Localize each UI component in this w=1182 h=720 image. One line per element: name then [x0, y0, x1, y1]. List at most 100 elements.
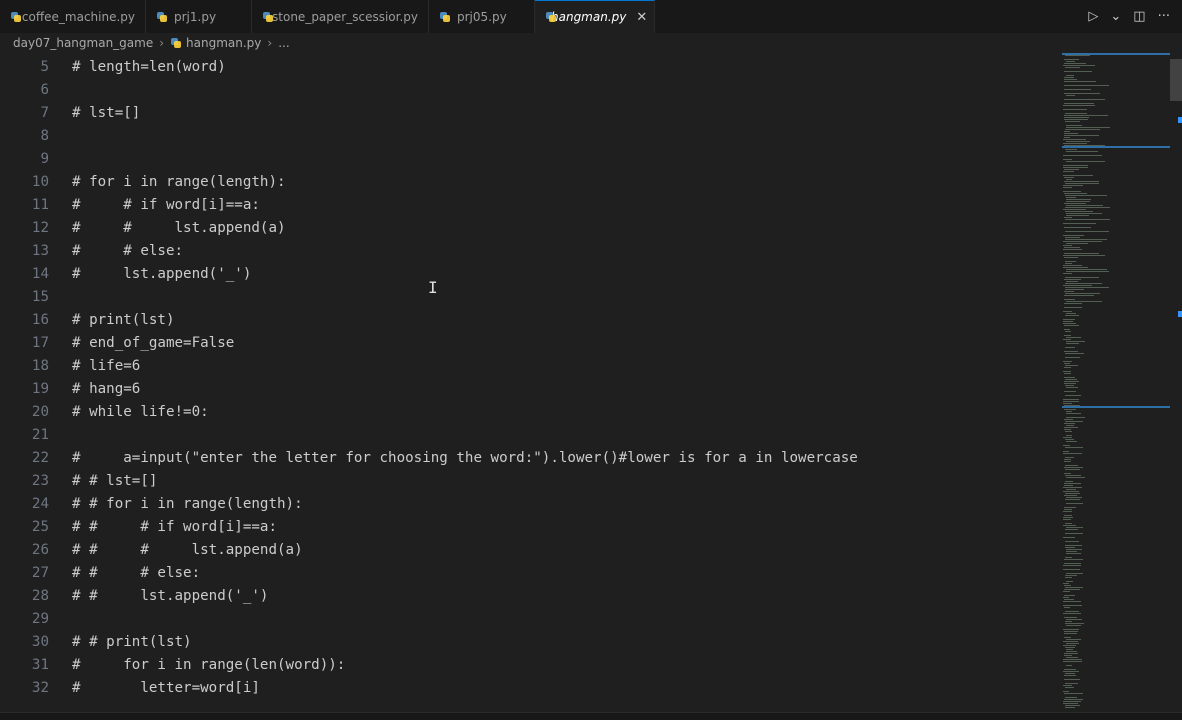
- chevron-down-icon[interactable]: ⌄: [1110, 9, 1121, 24]
- code-line[interactable]: 11 # # if word[i]==a:: [0, 194, 1062, 217]
- minimap-line: [1064, 617, 1077, 618]
- code-text[interactable]: # life=6: [72, 355, 140, 378]
- minimap-line: [1063, 245, 1072, 246]
- minimap-line: [1063, 255, 1105, 256]
- code-line[interactable]: 32 # letter=word[i]: [0, 677, 1062, 700]
- minimap-line: [1065, 379, 1077, 380]
- code-text[interactable]: # letter=word[i]: [72, 677, 260, 700]
- code-text[interactable]: # lst=[]: [72, 102, 140, 125]
- code-line[interactable]: 29: [0, 608, 1062, 631]
- code-line[interactable]: 9: [0, 148, 1062, 171]
- minimap-line: [1064, 59, 1079, 60]
- vertical-scrollbar[interactable]: [1170, 53, 1182, 712]
- minimap-line: [1065, 611, 1079, 612]
- minimap-line: [1063, 401, 1079, 402]
- code-line[interactable]: 25 # # # if word[i]==a:: [0, 516, 1062, 539]
- tab-stone-paper-scessior[interactable]: stone_paper_scessior.py: [252, 0, 429, 33]
- code-line[interactable]: 22 # a=input("enter the letter for choosi…: [0, 447, 1062, 470]
- code-text[interactable]: # # # lst.append(a): [72, 539, 303, 562]
- minimap-line: [1063, 537, 1075, 538]
- run-icon[interactable]: ▷: [1088, 9, 1098, 24]
- code-line[interactable]: 10 # for i in range(length):: [0, 171, 1062, 194]
- breadcrumb-file[interactable]: hangman.py: [186, 36, 261, 50]
- minimap-line: [1066, 125, 1082, 126]
- minimap-line: [1064, 377, 1075, 378]
- code-text[interactable]: # a=input("enter the letter for choosing…: [72, 447, 858, 470]
- code-editor[interactable]: 5 # length=len(word) 6 7 # lst=[] 8 9 10 # for i…: [0, 53, 1062, 712]
- code-line[interactable]: 5 # length=len(word): [0, 56, 1062, 79]
- scrollbar-thumb[interactable]: [1170, 59, 1182, 101]
- python-file-icon: [156, 11, 168, 23]
- minimap-line: [1063, 605, 1082, 606]
- more-actions-icon[interactable]: ···: [1158, 9, 1170, 24]
- breadcrumb: day07_hangman_game › hangman.py › ...: [0, 33, 1182, 53]
- tab-prj05[interactable]: prj05.py: [429, 0, 535, 33]
- code-line[interactable]: 13 # # else:: [0, 240, 1062, 263]
- minimap-line: [1065, 557, 1072, 558]
- tab-prj1[interactable]: prj1.py: [146, 0, 252, 33]
- code-text[interactable]: # # lst=[]: [72, 470, 157, 493]
- minimap-line: [1063, 613, 1081, 614]
- code-line[interactable]: 8: [0, 125, 1062, 148]
- minimap-line: [1063, 191, 1081, 192]
- code-line[interactable]: 12 # # lst.append(a): [0, 217, 1062, 240]
- breadcrumb-symbols[interactable]: ...: [278, 36, 289, 50]
- minimap-line: [1064, 563, 1081, 564]
- minimap-line: [1064, 227, 1091, 228]
- code-text[interactable]: # # print(lst): [72, 631, 192, 654]
- minimap-line: [1066, 271, 1109, 272]
- code-text[interactable]: # # lst.append(a): [72, 217, 286, 240]
- code-line[interactable]: 14 # lst.append('_'): [0, 263, 1062, 286]
- code-line[interactable]: 30 # # print(lst): [0, 631, 1062, 654]
- minimap-line: [1066, 61, 1075, 62]
- code-text[interactable]: # while life!=0:: [72, 401, 209, 424]
- code-text[interactable]: # # if word[i]==a:: [72, 194, 260, 217]
- tab-hangman[interactable]: hangman.py ✕: [535, 0, 655, 33]
- minimap-line: [1065, 347, 1075, 348]
- minimap-line: [1065, 533, 1083, 534]
- line-number: 9: [40, 151, 49, 167]
- code-text[interactable]: # end_of_game=False: [72, 332, 234, 355]
- close-icon[interactable]: ✕: [636, 10, 647, 25]
- code-line[interactable]: 16 # print(lst): [0, 309, 1062, 332]
- code-line[interactable]: 18 # life=6: [0, 355, 1062, 378]
- code-line[interactable]: 6: [0, 79, 1062, 102]
- code-line[interactable]: 28 # # lst.append('_'): [0, 585, 1062, 608]
- minimap-line: [1064, 363, 1070, 364]
- code-text[interactable]: # # else:: [72, 240, 183, 263]
- minimap-line: [1064, 373, 1071, 374]
- breadcrumb-folder[interactable]: day07_hangman_game: [13, 36, 153, 50]
- code-line[interactable]: 24 # # for i in range(length):: [0, 493, 1062, 516]
- split-editor-icon[interactable]: ◫: [1133, 9, 1145, 24]
- code-text[interactable]: # # lst.append('_'): [72, 585, 268, 608]
- code-text[interactable]: # # # if word[i]==a:: [72, 516, 277, 539]
- code-text[interactable]: # lst.append('_'): [72, 263, 251, 286]
- code-line[interactable]: 27 # # # else:: [0, 562, 1062, 585]
- code-text[interactable]: # hang=6: [72, 378, 140, 401]
- minimap-line: [1063, 445, 1070, 446]
- minimap-line: [1063, 583, 1069, 584]
- minimap[interactable]: [1062, 53, 1170, 712]
- code-line[interactable]: 26 # # # lst.append(a): [0, 539, 1062, 562]
- minimap-line: [1064, 145, 1105, 146]
- tab-coffee-machine[interactable]: coffee_machine.py: [0, 0, 146, 33]
- code-text[interactable]: # for i in range(length):: [72, 171, 286, 194]
- code-line[interactable]: 17 # end_of_game=False: [0, 332, 1062, 355]
- code-text[interactable]: # length=len(word): [72, 56, 226, 79]
- code-line[interactable]: 31 # for i in range(len(word)):: [0, 654, 1062, 677]
- minimap-line: [1066, 161, 1105, 162]
- code-line[interactable]: 20 # while life!=0:: [0, 401, 1062, 424]
- code-text[interactable]: # for i in range(len(word)):: [72, 654, 345, 677]
- minimap-line: [1065, 523, 1072, 524]
- code-line[interactable]: 15: [0, 286, 1062, 309]
- code-line[interactable]: 7 # lst=[]: [0, 102, 1062, 125]
- code-line[interactable]: 21: [0, 424, 1062, 447]
- minimap-line: [1066, 151, 1098, 152]
- minimap-line: [1064, 291, 1074, 292]
- code-text[interactable]: # # for i in range(length):: [72, 493, 303, 516]
- code-line[interactable]: 19 # hang=6: [0, 378, 1062, 401]
- code-line[interactable]: 23 # # lst=[]: [0, 470, 1062, 493]
- line-number: 31: [31, 657, 49, 673]
- code-text[interactable]: # # # else:: [72, 562, 200, 585]
- code-text[interactable]: # print(lst): [72, 309, 175, 332]
